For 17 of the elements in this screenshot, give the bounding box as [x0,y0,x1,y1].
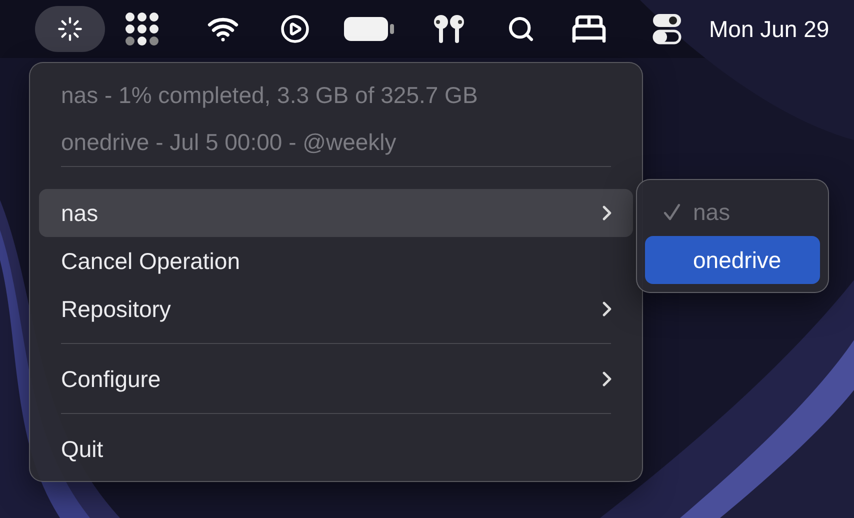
menu-item[interactable]: Repository [39,285,633,333]
status-line: nas - 1% completed, 3.3 GB of 325.7 GB [60,81,479,110]
status-line: onedrive - Jul 5 00:00 - @weekly [60,128,398,157]
submenu-item[interactable]: onedrive [645,236,820,284]
spinner-icon [57,16,83,42]
toggles-icon [652,13,682,45]
battery-icon [343,16,395,42]
search-icon [507,15,535,43]
menu-bar-item[interactable] [35,6,105,52]
menu-bar-clock[interactable]: Mon Jun 29 [709,16,830,42]
menu-item[interactable]: Cancel Operation [39,237,633,285]
earbuds-icon [432,13,466,45]
dot-grid-icon [125,12,159,46]
menu-item[interactable]: nas [39,189,633,237]
menu-item[interactable]: Quit [39,425,633,473]
play-icon [280,14,310,44]
menu-item[interactable]: Configure [39,355,633,403]
